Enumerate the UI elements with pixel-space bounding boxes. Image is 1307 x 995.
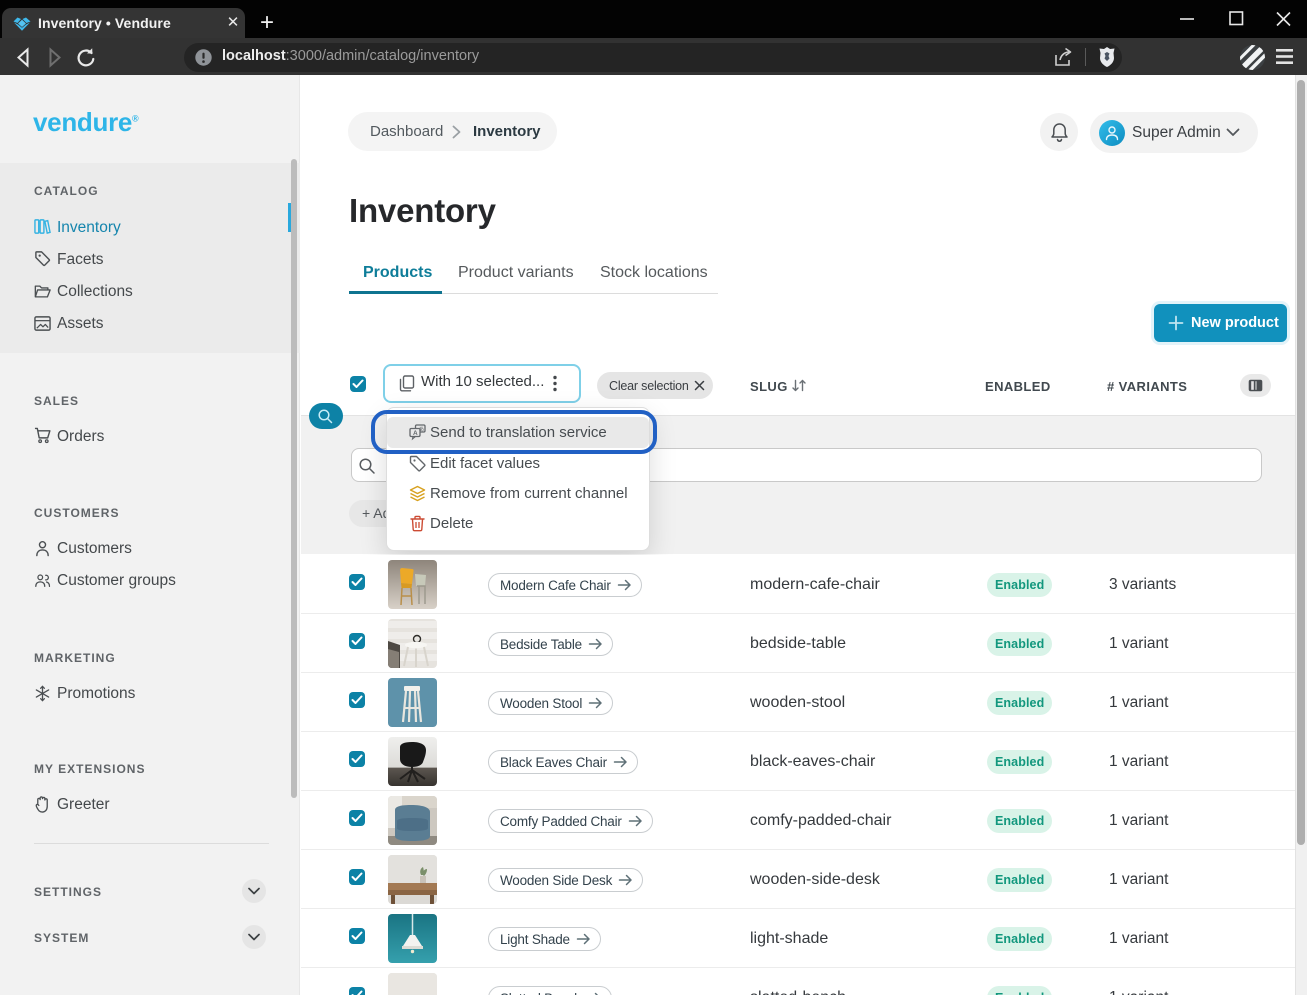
- svg-text:A: A: [413, 430, 418, 437]
- svg-text:あ: あ: [419, 426, 425, 433]
